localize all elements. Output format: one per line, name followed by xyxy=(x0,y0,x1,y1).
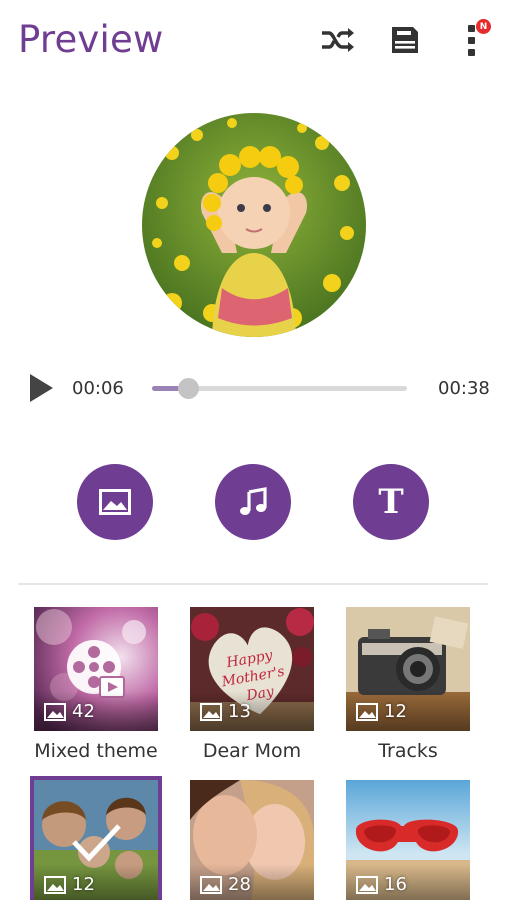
photos-icon xyxy=(356,702,378,721)
app-header: Preview N xyxy=(0,0,506,84)
theme-tile-mixed[interactable]: 42 xyxy=(34,607,158,731)
photo-count: 28 xyxy=(200,874,251,895)
theme-tile-mother[interactable]: 28 xyxy=(190,780,314,900)
total-time: 00:38 xyxy=(438,378,490,399)
save-button[interactable] xyxy=(385,20,425,60)
more-menu-button[interactable]: N xyxy=(452,19,492,60)
preview-image[interactable] xyxy=(142,113,366,337)
photo-count: 12 xyxy=(44,874,95,895)
theme-tile-tracks[interactable]: 12 xyxy=(346,607,470,731)
theme-tile-sunglasses[interactable]: 16 xyxy=(346,780,470,900)
page-title: Preview xyxy=(18,18,164,61)
photos-icon xyxy=(44,702,66,721)
play-button[interactable] xyxy=(24,371,58,405)
photo-count: 12 xyxy=(356,701,407,722)
theme-label: Dear Mom xyxy=(202,740,302,762)
photo-count: 42 xyxy=(44,701,95,722)
shuffle-button[interactable] xyxy=(318,20,358,60)
text-icon: T xyxy=(378,482,404,522)
theme-label: Tracks xyxy=(378,740,438,762)
photos-icon xyxy=(200,702,222,721)
theme-label: Mixed theme xyxy=(34,740,158,762)
theme-tile-dear-mom[interactable]: Happy Mother's Day 13 xyxy=(190,607,314,731)
photos-icon xyxy=(44,875,66,894)
photo-count: 16 xyxy=(356,874,407,895)
play-icon xyxy=(30,374,53,402)
photo-count: 13 xyxy=(200,701,251,722)
add-image-button[interactable] xyxy=(77,464,153,540)
add-music-button[interactable] xyxy=(215,464,291,540)
shuffle-icon xyxy=(322,28,354,52)
save-icon xyxy=(392,27,418,53)
notification-badge: N xyxy=(476,19,491,34)
photos-icon xyxy=(356,875,378,894)
seek-bar[interactable] xyxy=(152,378,407,399)
theme-tile-family[interactable]: 12 xyxy=(30,776,162,900)
photos-icon xyxy=(200,875,222,894)
current-time: 00:06 xyxy=(72,378,124,399)
music-note-icon xyxy=(240,487,267,515)
divider xyxy=(18,583,488,585)
seek-thumb[interactable] xyxy=(177,378,199,399)
add-text-button[interactable]: T xyxy=(353,464,429,540)
image-icon xyxy=(99,489,131,515)
